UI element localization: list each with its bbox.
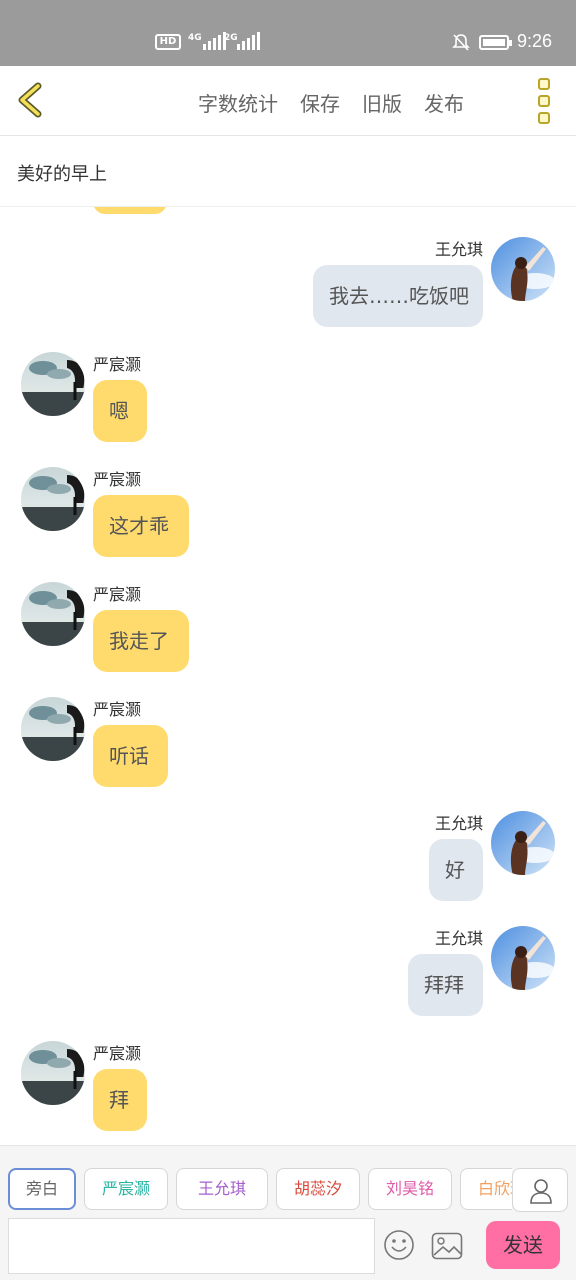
image-icon[interactable] <box>431 1232 463 1260</box>
sim2-signal-icon <box>237 32 260 50</box>
publish-button[interactable]: 发布 <box>424 88 464 117</box>
chat-message[interactable]: 严宸灏嗯 <box>0 352 576 462</box>
speaker-name: 严宸灏 <box>93 700 142 719</box>
old-version-button[interactable]: 旧版 <box>362 88 402 117</box>
chat-message[interactable]: 严宸灏 这才乖 <box>0 467 576 577</box>
avatar-yan[interactable] <box>21 582 85 646</box>
role-chip[interactable]: 胡蕊汐 <box>276 1168 360 1210</box>
speaker-name: 严宸灏 <box>93 585 142 604</box>
avatar-wang[interactable] <box>491 237 555 301</box>
speaker-name: 王允琪 <box>434 929 483 948</box>
bell-muted-icon <box>452 34 470 51</box>
avatar-yan[interactable] <box>21 467 85 531</box>
sim2-network-label: 2G <box>224 33 238 43</box>
partial-message-bubble <box>93 207 167 214</box>
message-bubble[interactable]: 这才乖 <box>93 495 189 557</box>
role-chip[interactable]: 刘昊铭 <box>368 1168 452 1210</box>
chat-message[interactable]: 王允琪拜拜 <box>0 926 576 1036</box>
speaker-name: 王允琪 <box>434 240 483 259</box>
speaker-name: 严宸灏 <box>93 470 142 489</box>
word-count-button[interactable]: 字数统计 <box>198 88 278 117</box>
message-bubble[interactable]: 嗯 <box>93 380 147 442</box>
send-button[interactable]: 发送 <box>486 1221 560 1269</box>
story-title-bar[interactable]: 美好的早上 <box>0 136 576 207</box>
save-button[interactable]: 保存 <box>300 88 340 117</box>
avatar-wang[interactable] <box>491 926 555 990</box>
speaker-name: 王允琪 <box>434 814 483 833</box>
avatar-yan[interactable] <box>21 697 85 761</box>
chat-list[interactable]: 王允琪 我去……吃饭吧 严宸灏嗯严宸灏 这才乖 严宸灏 我走了 严宸灏 听话 王允琪好王允琪 拜拜… <box>0 207 576 1145</box>
hd-indicator: HD <box>155 34 181 50</box>
battery-icon <box>479 35 512 50</box>
add-role-button[interactable] <box>512 1168 568 1212</box>
status-bar: HD 4G 2G 9:26 <box>0 0 576 66</box>
emoji-icon[interactable] <box>383 1229 415 1261</box>
more-menu-icon[interactable] <box>538 78 552 124</box>
chat-message[interactable]: 王允琪我去……吃饭吧 <box>0 237 576 347</box>
sim1-network-label: 4G <box>188 33 202 43</box>
editor-toolbar: 字数统计 保存 旧版 发布 <box>0 66 576 136</box>
sim1-signal-icon <box>203 32 226 50</box>
role-chip[interactable]: 严宸灏 <box>84 1168 168 1210</box>
role-chip[interactable]: 旁白 <box>8 1168 76 1210</box>
message-bubble[interactable]: 我走了 <box>93 610 189 672</box>
role-selector[interactable]: 旁白严宸灏王允琪胡蕊汐刘昊铭白欣琪 <box>8 1168 512 1210</box>
role-chip[interactable]: 白欣琪 <box>460 1168 512 1210</box>
speaker-name: 严宸灏 <box>93 355 142 374</box>
message-bubble[interactable]: 拜 <box>93 1069 147 1131</box>
clock: 9:26 <box>517 31 553 51</box>
back-arrow-icon[interactable] <box>12 80 52 120</box>
role-chip[interactable]: 王允琪 <box>176 1168 268 1210</box>
chat-message[interactable]: 严宸灏拜 <box>0 1041 576 1145</box>
person-icon <box>530 1179 552 1204</box>
message-input[interactable] <box>8 1218 375 1274</box>
story-title: 美好的早上 <box>17 164 107 185</box>
chat-message[interactable]: 王允琪好 <box>0 811 576 921</box>
composer-panel: 旁白严宸灏王允琪胡蕊汐刘昊铭白欣琪 发送 <box>0 1145 576 1280</box>
avatar-wang[interactable] <box>491 811 555 875</box>
message-bubble[interactable]: 拜拜 <box>408 954 483 1016</box>
message-bubble[interactable]: 好 <box>429 839 483 901</box>
avatar-yan[interactable] <box>21 1041 85 1105</box>
message-bubble[interactable]: 我去……吃饭吧 <box>313 265 483 327</box>
avatar-yan[interactable] <box>21 352 85 416</box>
chat-message[interactable]: 严宸灏 听话 <box>0 697 576 807</box>
chat-message[interactable]: 严宸灏 我走了 <box>0 582 576 692</box>
speaker-name: 严宸灏 <box>93 1044 142 1063</box>
message-bubble[interactable]: 听话 <box>93 725 168 787</box>
